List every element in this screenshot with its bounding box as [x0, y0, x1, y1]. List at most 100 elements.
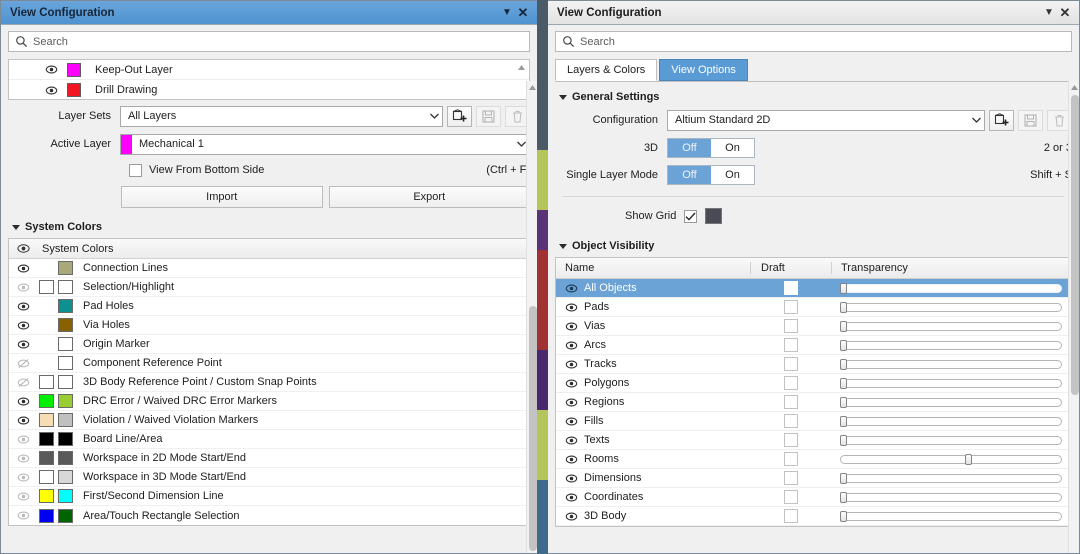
- eye-icon[interactable]: [17, 452, 30, 465]
- eye-icon[interactable]: [565, 453, 578, 466]
- color-swatch[interactable]: [39, 470, 54, 484]
- system-color-row[interactable]: Workspace in 3D Mode Start/End: [9, 468, 529, 487]
- transparency-slider[interactable]: [840, 321, 1062, 332]
- panel-menu-icon[interactable]: ▼: [1041, 5, 1057, 21]
- layer-color-swatch[interactable]: [67, 63, 81, 77]
- transparency-slider[interactable]: [840, 511, 1062, 522]
- color-swatch[interactable]: [58, 394, 73, 408]
- new-configuration-button[interactable]: [989, 110, 1014, 131]
- eye-icon[interactable]: [565, 510, 578, 523]
- transparency-slider[interactable]: [840, 359, 1062, 370]
- layer-sets-dropdown[interactable]: All Layers: [120, 106, 443, 127]
- object-visibility-row[interactable]: Polygons: [556, 374, 1071, 393]
- eye-icon[interactable]: [565, 339, 578, 352]
- draft-checkbox[interactable]: [784, 338, 798, 352]
- toggle-switch[interactable]: OffOn: [667, 138, 755, 158]
- system-color-row[interactable]: DRC Error / Waived DRC Error Markers: [9, 392, 529, 411]
- transparency-slider[interactable]: [840, 416, 1062, 427]
- close-icon[interactable]: ✕: [1057, 5, 1073, 21]
- system-color-row[interactable]: First/Second Dimension Line: [9, 487, 529, 506]
- eye-icon[interactable]: [17, 319, 30, 332]
- transparency-slider[interactable]: [840, 492, 1062, 503]
- color-swatch[interactable]: [58, 318, 73, 332]
- scroll-up-icon[interactable]: [528, 83, 537, 92]
- eye-icon[interactable]: [565, 282, 578, 295]
- color-swatch[interactable]: [58, 261, 73, 275]
- transparency-slider[interactable]: [840, 473, 1062, 484]
- show-grid-checkbox[interactable]: [684, 210, 697, 223]
- system-color-row[interactable]: Area/Touch Rectangle Selection: [9, 506, 529, 525]
- system-color-row[interactable]: Board Line/Area: [9, 430, 529, 449]
- color-swatch[interactable]: [39, 280, 54, 294]
- transparency-slider[interactable]: [840, 378, 1062, 389]
- color-swatch[interactable]: [39, 489, 54, 503]
- draft-checkbox[interactable]: [784, 376, 798, 390]
- object-visibility-row[interactable]: Rooms: [556, 450, 1071, 469]
- object-visibility-section-header[interactable]: Object Visibility: [559, 240, 1072, 252]
- export-button[interactable]: Export: [329, 186, 531, 208]
- color-swatch[interactable]: [58, 451, 73, 465]
- draft-checkbox[interactable]: [784, 490, 798, 504]
- transparency-slider[interactable]: [840, 435, 1062, 446]
- toggle-off-option[interactable]: Off: [668, 166, 711, 184]
- eye-icon[interactable]: [17, 357, 30, 370]
- save-layer-set-button[interactable]: [476, 106, 501, 127]
- right-panel-scrollbar[interactable]: [1068, 81, 1079, 553]
- scrollbar-thumb[interactable]: [529, 306, 537, 551]
- layer-color-swatch[interactable]: [67, 83, 81, 97]
- panel-menu-icon[interactable]: ▼: [499, 5, 515, 21]
- eye-icon[interactable]: [565, 472, 578, 485]
- draft-checkbox[interactable]: [784, 281, 798, 295]
- layer-row[interactable]: Keep-Out Layer: [9, 60, 529, 80]
- draft-checkbox[interactable]: [784, 357, 798, 371]
- color-swatch[interactable]: [39, 451, 54, 465]
- layer-row[interactable]: Drill Drawing: [9, 80, 529, 100]
- eye-icon[interactable]: [565, 301, 578, 314]
- scrollbar-thumb[interactable]: [1071, 95, 1079, 395]
- eye-icon[interactable]: [45, 84, 58, 97]
- color-swatch[interactable]: [58, 470, 73, 484]
- eye-icon[interactable]: [17, 262, 30, 275]
- draft-checkbox[interactable]: [784, 433, 798, 447]
- system-colors-section-header[interactable]: System Colors: [12, 221, 530, 233]
- object-visibility-row[interactable]: Fills: [556, 412, 1071, 431]
- color-swatch[interactable]: [58, 489, 73, 503]
- eye-icon[interactable]: [565, 396, 578, 409]
- draft-checkbox[interactable]: [784, 471, 798, 485]
- eye-icon[interactable]: [565, 358, 578, 371]
- toggle-on-option[interactable]: On: [711, 139, 754, 157]
- color-swatch[interactable]: [58, 299, 73, 313]
- new-layer-set-button[interactable]: [447, 106, 472, 127]
- close-icon[interactable]: ✕: [515, 5, 531, 21]
- eye-icon[interactable]: [17, 433, 30, 446]
- view-from-bottom-checkbox[interactable]: [129, 164, 142, 177]
- toggle-on-option[interactable]: On: [711, 166, 754, 184]
- toggle-switch[interactable]: OffOn: [667, 165, 755, 185]
- transparency-slider[interactable]: [840, 302, 1062, 313]
- color-swatch[interactable]: [58, 375, 73, 389]
- tab-layers-colors[interactable]: Layers & Colors: [555, 59, 657, 81]
- color-swatch[interactable]: [58, 337, 73, 351]
- active-layer-dropdown[interactable]: Mechanical 1: [120, 134, 530, 155]
- object-visibility-row[interactable]: Regions: [556, 393, 1071, 412]
- system-color-row[interactable]: Pad Holes: [9, 297, 529, 316]
- eye-icon[interactable]: [17, 338, 30, 351]
- object-visibility-row[interactable]: Pads: [556, 298, 1071, 317]
- transparency-slider[interactable]: [840, 283, 1062, 294]
- eye-icon[interactable]: [17, 281, 30, 294]
- color-swatch[interactable]: [39, 394, 54, 408]
- left-panel-scrollbar[interactable]: [526, 81, 537, 553]
- eye-icon[interactable]: [17, 376, 30, 389]
- system-color-row[interactable]: Workspace in 2D Mode Start/End: [9, 449, 529, 468]
- eye-icon[interactable]: [45, 63, 58, 76]
- eye-icon[interactable]: [17, 395, 30, 408]
- object-visibility-row[interactable]: Texts: [556, 431, 1071, 450]
- eye-icon[interactable]: [17, 509, 30, 522]
- import-button[interactable]: Import: [121, 186, 323, 208]
- grid-color-swatch[interactable]: [705, 208, 722, 224]
- color-swatch[interactable]: [58, 413, 73, 427]
- eye-icon[interactable]: [565, 415, 578, 428]
- system-color-row[interactable]: Via Holes: [9, 316, 529, 335]
- tab-view-options[interactable]: View Options: [659, 59, 748, 81]
- system-color-row[interactable]: Connection Lines: [9, 259, 529, 278]
